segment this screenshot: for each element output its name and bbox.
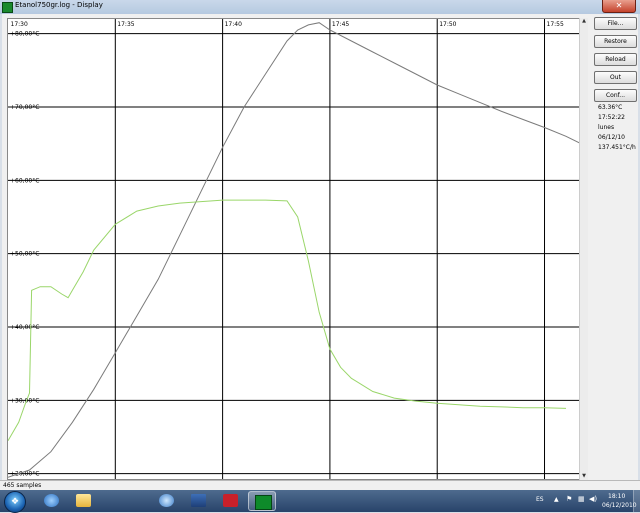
taskbar-item[interactable] — [70, 491, 98, 511]
folder-icon — [76, 494, 91, 507]
taskbar-item[interactable] — [248, 491, 276, 511]
display-app-icon — [255, 495, 272, 510]
app-client-area: 17:30 17:35 17:40 17:45 17:50 17:55 +80,00°C +7… — [2, 14, 638, 480]
readout-rate: 137.451°C/h — [598, 144, 636, 151]
t-app-icon — [223, 494, 238, 507]
title-bar[interactable]: Etanol750gr.log - Display ✕ — [0, 0, 640, 14]
x-tick-label: 17:55 — [547, 21, 564, 28]
taskbar-item[interactable] — [185, 491, 213, 511]
clock-time[interactable]: 18:10 — [608, 493, 625, 500]
readout-temperature: 63.36°C — [598, 104, 623, 111]
taskbar-item[interactable] — [38, 491, 66, 511]
temperature-chart: 17:30 17:35 17:40 17:45 17:50 17:55 +80,00°C +7… — [7, 18, 580, 480]
show-desktop-button[interactable] — [633, 490, 640, 512]
vertical-scrollbar[interactable]: ▲ ▼ — [579, 18, 588, 480]
tray-arrow-icon[interactable]: ▲ — [554, 496, 559, 503]
readout-time: 17:52:22 — [598, 114, 625, 121]
chart-svg: 17:30 17:35 17:40 17:45 17:50 17:55 +80,00°C +7… — [8, 19, 579, 479]
network-tray-icon[interactable]: ▦ — [578, 495, 585, 503]
y-tick-label: +50,00°C — [10, 251, 39, 258]
language-indicator[interactable]: ES — [536, 496, 544, 503]
y-tick-label: +40,00°C — [10, 324, 39, 331]
reload-button[interactable]: Reload — [594, 53, 637, 66]
app-icon — [2, 2, 13, 13]
x-tick-label: 17:35 — [117, 21, 134, 28]
file-button[interactable]: File... — [594, 17, 637, 30]
series-line-2 — [8, 199, 567, 441]
x-tick-label: 17:40 — [225, 21, 242, 28]
taskbar-item[interactable] — [217, 491, 245, 511]
y-tick-label: +30,00°C — [10, 397, 39, 404]
x-tick-label: 17:45 — [332, 21, 349, 28]
y-tick-label: +60,00°C — [10, 177, 39, 184]
out-button[interactable]: Out — [594, 71, 637, 84]
explorer-icon — [44, 494, 59, 507]
window-title: Etanol750gr.log - Display — [15, 1, 103, 9]
x-tick-label: 17:50 — [439, 21, 456, 28]
x-tick-label: 17:30 — [11, 21, 28, 28]
restore-button[interactable]: Restore — [594, 35, 637, 48]
start-button[interactable]: ❖ — [4, 491, 26, 513]
network-icon — [159, 494, 174, 507]
close-button[interactable]: ✕ — [602, 0, 636, 13]
flag-icon[interactable]: ⚑ — [566, 495, 572, 503]
config-button[interactable]: Conf... — [594, 89, 637, 102]
y-tick-label: +70,00°C — [10, 104, 39, 111]
readout-date: 06/12/10 — [598, 134, 625, 141]
sample-count: 465 samples — [3, 482, 42, 489]
readout-day: lunes — [598, 124, 615, 131]
volume-icon[interactable]: ◀) — [589, 495, 597, 503]
taskbar-item[interactable] — [153, 491, 181, 511]
y-tick-label: +80,00°C — [10, 31, 39, 38]
scroll-down-arrow-icon[interactable]: ▼ — [581, 473, 587, 480]
floppy-save-icon — [191, 494, 206, 507]
scroll-up-arrow-icon[interactable]: ▲ — [581, 18, 587, 25]
windows-logo-icon: ❖ — [11, 497, 20, 507]
system-tray: ES ▲ ⚑ ▦ ◀) 18:10 06/12/2010 — [528, 490, 640, 512]
clock-date[interactable]: 06/12/2010 — [602, 502, 637, 509]
taskbar: ❖ ES ▲ ⚑ ▦ ◀) 18:10 06/12/2010 — [0, 490, 640, 513]
